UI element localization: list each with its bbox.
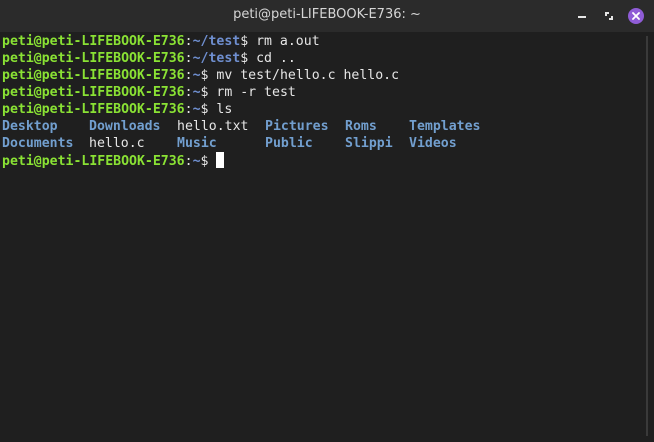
ls-entry-file: hello.txt xyxy=(177,119,249,134)
command-text: ls xyxy=(208,102,233,117)
ls-entry-directory: Roms xyxy=(345,119,377,134)
prompt-user-host: peti@peti-LIFEBOOK-E736 xyxy=(2,51,185,66)
ls-entry-directory: Videos xyxy=(409,136,457,151)
ls-entry-file: hello.c xyxy=(89,136,145,151)
history-line: peti@peti-LIFEBOOK-E736:~/test$ rm a.out xyxy=(2,33,320,50)
prompt-user-host: peti@peti-LIFEBOOK-E736 xyxy=(2,85,185,100)
terminal-window: peti@peti-LIFEBOOK-E736: ~ peti@peti-LIF… xyxy=(0,0,654,442)
prompt-path: ~/test xyxy=(192,51,241,66)
ls-entry-directory: Desktop xyxy=(2,119,58,134)
close-icon[interactable] xyxy=(628,8,644,24)
minimize-icon[interactable] xyxy=(574,8,590,24)
window-title: peti@peti-LIFEBOOK-E736: ~ xyxy=(233,7,421,22)
maximize-icon[interactable] xyxy=(601,8,617,24)
text-cursor xyxy=(216,152,225,168)
prompt-colon: : xyxy=(184,68,193,83)
prompt-dollar: $ xyxy=(240,51,249,66)
prompt-path: ~ xyxy=(192,102,201,117)
prompt-colon: : xyxy=(184,34,193,49)
prompt-path: ~/test xyxy=(192,34,241,49)
ls-entry-directory: Pictures xyxy=(265,119,329,134)
ls-entry-directory: Public xyxy=(265,136,313,151)
title-bar[interactable]: peti@peti-LIFEBOOK-E736: ~ xyxy=(0,0,654,32)
terminal-output[interactable]: peti@peti-LIFEBOOK-E736:~/test$ rm a.out… xyxy=(0,32,640,442)
prompt-user-host: peti@peti-LIFEBOOK-E736 xyxy=(2,68,185,83)
prompt-colon: : xyxy=(184,102,193,117)
prompt-colon: : xyxy=(184,154,193,169)
ls-output-row: Documents hello.c Music Public Slippi Vi… xyxy=(2,135,602,152)
scrollbar[interactable] xyxy=(640,32,654,442)
history-line: peti@peti-LIFEBOOK-E736:~$ mv test/hello… xyxy=(2,67,399,84)
prompt-dollar: $ xyxy=(240,34,249,49)
prompt-colon: : xyxy=(184,85,193,100)
history-line: peti@peti-LIFEBOOK-E736:~$ rm -r test xyxy=(2,84,296,101)
prompt-path: ~ xyxy=(192,85,201,100)
history-line: peti@peti-LIFEBOOK-E736:~$ ls xyxy=(2,101,232,118)
ls-output-row: Desktop Downloads hello.txt Pictures Rom… xyxy=(2,118,602,135)
ls-entry-directory: Downloads xyxy=(89,119,161,134)
history-line: peti@peti-LIFEBOOK-E736:~/test$ cd .. xyxy=(2,50,296,67)
scrollbar-track[interactable] xyxy=(646,36,648,436)
current-prompt-line[interactable]: peti@peti-LIFEBOOK-E736:~$ xyxy=(2,152,225,169)
prompt-path: ~ xyxy=(192,154,201,169)
command-text: cd .. xyxy=(248,51,296,66)
prompt-path: ~ xyxy=(192,68,201,83)
ls-entry-directory: Music xyxy=(177,136,217,151)
prompt-colon: : xyxy=(184,51,193,66)
ls-entry-directory: Slippi xyxy=(345,136,393,151)
command-text: rm a.out xyxy=(248,34,320,49)
prompt-user-host: peti@peti-LIFEBOOK-E736 xyxy=(2,102,185,117)
command-text: rm -r test xyxy=(208,85,296,100)
ls-entry-directory: Documents xyxy=(2,136,74,151)
prompt-user-host: peti@peti-LIFEBOOK-E736 xyxy=(2,34,185,49)
command-text: mv test/hello.c hello.c xyxy=(208,68,400,83)
prompt-dollar: $ xyxy=(200,154,217,169)
ls-entry-directory: Templates xyxy=(409,119,481,134)
prompt-user-host: peti@peti-LIFEBOOK-E736 xyxy=(2,154,185,169)
